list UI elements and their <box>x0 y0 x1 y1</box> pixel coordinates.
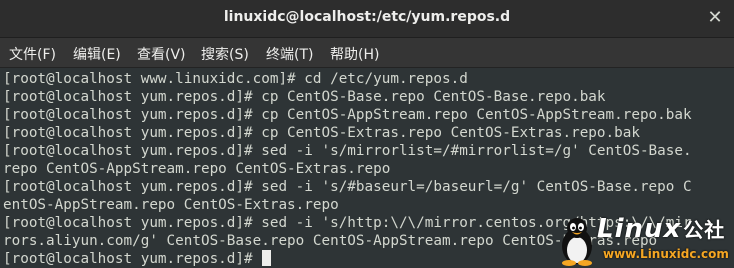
site-watermark: Linux 公社 www.Linuxidc.com <box>555 214 730 266</box>
text-cursor <box>261 250 271 266</box>
terminal-line: [root@localhost yum.repos.d]# sed -i 's/… <box>3 143 692 159</box>
watermark-brand: Linux 公社 <box>597 214 725 244</box>
menu-terminal[interactable]: 终端(T) <box>266 44 313 64</box>
menu-file[interactable]: 文件(F) <box>9 44 56 64</box>
menu-bar: 文件(F) 编辑(E) 查看(V) 搜索(S) 终端(T) 帮助(H) <box>0 38 734 68</box>
close-button[interactable]: ✕ <box>704 7 726 29</box>
watermark-brand-cn: 公社 <box>683 218 726 242</box>
watermark-url: www.Linuxidc.com <box>603 247 729 261</box>
terminal-window: linuxidc@localhost:/etc/yum.repos.d ✕ 文件… <box>0 0 734 268</box>
terminal-prompt: [root@localhost yum.repos.d]# <box>3 251 253 267</box>
terminal-prompt-line: [root@localhost yum.repos.d]# <box>3 250 271 268</box>
terminal-line: entOS-AppStream.repo CentOS-Extras.repo <box>3 197 339 213</box>
terminal-line: [root@localhost yum.repos.d]# cp CentOS-… <box>3 89 606 105</box>
close-icon: ✕ <box>707 7 723 28</box>
terminal-line: [root@localhost yum.repos.d]# cp CentOS-… <box>3 107 692 123</box>
terminal-line: [root@localhost www.linuxidc.com]# cd /e… <box>3 71 468 87</box>
tux-penguin-icon <box>562 218 592 266</box>
window-title: linuxidc@localhost:/etc/yum.repos.d <box>223 9 511 25</box>
terminal-line: [root@localhost yum.repos.d]# sed -i 's/… <box>3 179 692 195</box>
terminal-line: repo CentOS-AppStream.repo CentOS-Extras… <box>3 161 391 177</box>
watermark-brand-en: Linux <box>597 214 682 244</box>
menu-search[interactable]: 搜索(S) <box>201 44 249 64</box>
terminal-line: [root@localhost yum.repos.d]# cp CentOS-… <box>3 125 640 141</box>
menu-view[interactable]: 查看(V) <box>137 44 186 64</box>
title-bar[interactable]: linuxidc@localhost:/etc/yum.repos.d ✕ <box>0 0 734 38</box>
terminal-output[interactable]: [root@localhost www.linuxidc.com]# cd /e… <box>0 68 734 268</box>
menu-edit[interactable]: 编辑(E) <box>73 44 121 64</box>
menu-help[interactable]: 帮助(H) <box>330 44 379 64</box>
